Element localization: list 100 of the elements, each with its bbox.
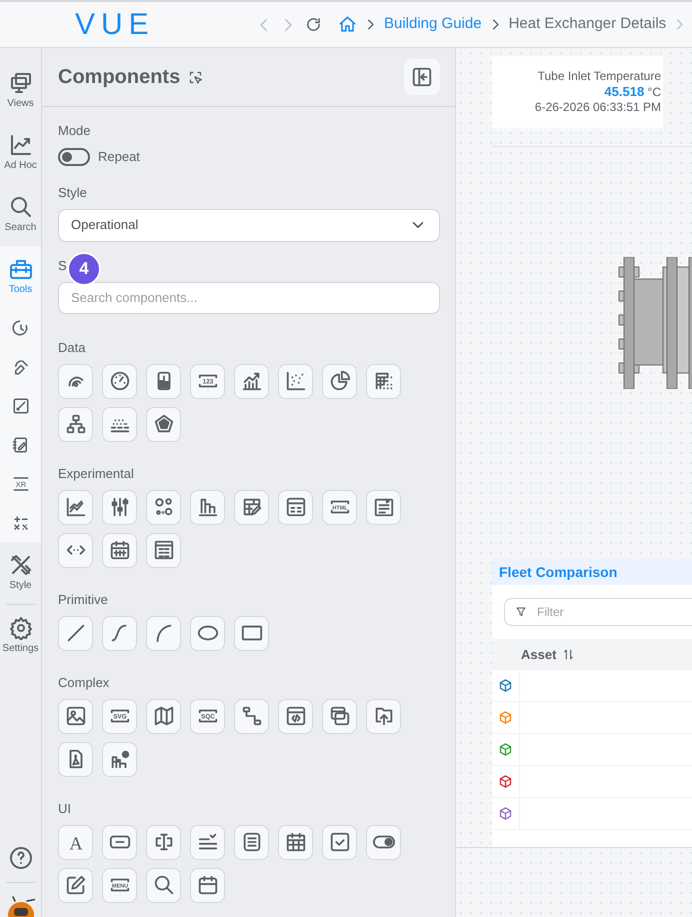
nav-item[interactable]: Search: [0, 184, 41, 246]
component-button[interactable]: [366, 364, 401, 398]
bar-chart-icon: [196, 496, 218, 518]
component-button[interactable]: [322, 824, 357, 860]
table-pen-icon: [240, 496, 262, 518]
document-icon: [372, 496, 394, 518]
component-button[interactable]: [102, 616, 137, 650]
search-field[interactable]: Search components...: [58, 282, 440, 314]
field-label: S: [58, 258, 67, 274]
section-heading: UI: [58, 800, 72, 816]
component-button[interactable]: [102, 824, 137, 860]
filter-icon: [515, 606, 527, 618]
nav-item[interactable]: Ad Hoc: [0, 122, 41, 184]
component-button[interactable]: [278, 490, 313, 524]
component-button[interactable]: [102, 406, 137, 442]
component-button[interactable]: [234, 616, 269, 650]
component-button[interactable]: [146, 406, 181, 442]
calendar-grid-icon: [108, 539, 130, 561]
component-button[interactable]: [322, 698, 357, 734]
component-button[interactable]: [366, 824, 401, 860]
component-button[interactable]: [146, 364, 181, 398]
component-button[interactable]: [366, 698, 401, 734]
component-button[interactable]: [146, 824, 181, 860]
field-label: Mode: [58, 123, 92, 139]
help-icon: [8, 846, 32, 870]
component-button[interactable]: [58, 364, 93, 398]
component-button[interactable]: [58, 698, 93, 734]
component-button[interactable]: [190, 616, 225, 650]
nav-item[interactable]: XR: [0, 464, 41, 503]
radar-chart-icon: [152, 413, 174, 435]
flow-diagram-icon: [240, 705, 262, 727]
component-button[interactable]: [58, 868, 93, 902]
calendar-icon: [284, 831, 306, 853]
component-button[interactable]: [58, 616, 93, 650]
scatter-plot-icon: [284, 370, 306, 392]
filter-field[interactable]: Filter: [504, 598, 692, 626]
card-title: Fleet Comparison: [499, 562, 618, 582]
component-button[interactable]: [278, 698, 313, 734]
component-button[interactable]: [234, 824, 269, 860]
component-button[interactable]: [190, 868, 225, 902]
refresh-icon: [305, 16, 322, 33]
home-icon: [338, 15, 357, 34]
collapse-panel-button[interactable]: [404, 59, 440, 95]
component-button[interactable]: [58, 490, 93, 524]
component-button[interactable]: [146, 616, 181, 650]
component-button[interactable]: [58, 532, 93, 568]
component-button[interactable]: [146, 698, 181, 734]
line-icon: [64, 622, 86, 644]
breadcrumb-link[interactable]: Building Guide: [384, 13, 482, 36]
sort-icon: [562, 648, 576, 661]
edit-icon: [64, 874, 86, 896]
home-button[interactable]: [338, 15, 357, 34]
code-window-icon: [284, 705, 306, 727]
component-button[interactable]: [146, 532, 181, 568]
toolbox-icon: [8, 257, 32, 281]
component-button[interactable]: [102, 532, 137, 568]
refresh-button[interactable]: [305, 16, 322, 33]
component-button[interactable]: [366, 490, 401, 524]
style-dropdown[interactable]: Operational: [58, 208, 440, 242]
spreadsheet-icon: [152, 539, 174, 561]
toggle-label: Repeat: [98, 148, 140, 166]
component-button[interactable]: [234, 364, 269, 398]
form-window-icon: [284, 496, 306, 518]
component-button[interactable]: [102, 742, 137, 776]
select-area-icon: [188, 70, 204, 84]
component-button[interactable]: [234, 698, 269, 734]
component-button[interactable]: A: [58, 824, 93, 860]
column-header[interactable]: Asset: [521, 644, 576, 664]
component-button[interactable]: [102, 364, 137, 398]
area-chart-icon: [64, 496, 86, 518]
crossed-tools-icon: [8, 553, 32, 577]
reading-timestamp: 6-26-2026 06:33:51 PM: [534, 100, 661, 115]
windows-icon: [328, 705, 350, 727]
component-button[interactable]: [102, 490, 137, 524]
nav-item[interactable]: Style: [0, 542, 41, 604]
component-button[interactable]: [322, 364, 357, 398]
component-button[interactable]: [190, 824, 225, 860]
calendar-icon: [196, 874, 218, 896]
component-button[interactable]: [146, 868, 181, 902]
component-button[interactable]: [278, 824, 313, 860]
component-button[interactable]: [234, 490, 269, 524]
nav-item[interactable]: Settings: [0, 605, 41, 667]
component-button[interactable]: [278, 364, 313, 398]
component-button[interactable]: [190, 490, 225, 524]
pie-chart-icon: [328, 370, 350, 392]
component-button[interactable]: [58, 406, 93, 442]
section-heading: Complex: [58, 674, 110, 690]
component-button[interactable]: [146, 490, 181, 524]
gear-icon: [8, 616, 32, 640]
bars-check-icon: [108, 748, 130, 770]
logo: VUE: [75, 10, 156, 40]
math-symbols-icon: [12, 514, 30, 532]
circles-icon: [152, 496, 174, 518]
reading-title: Tube Inlet Temperature: [538, 69, 661, 84]
toggle-switch[interactable]: [58, 148, 90, 166]
component-button[interactable]: [58, 742, 93, 776]
image-edit-icon: [12, 396, 30, 414]
nav-item[interactable]: Views: [0, 60, 41, 122]
search-icon: [8, 195, 32, 219]
notebook-edit-icon: [12, 436, 30, 454]
